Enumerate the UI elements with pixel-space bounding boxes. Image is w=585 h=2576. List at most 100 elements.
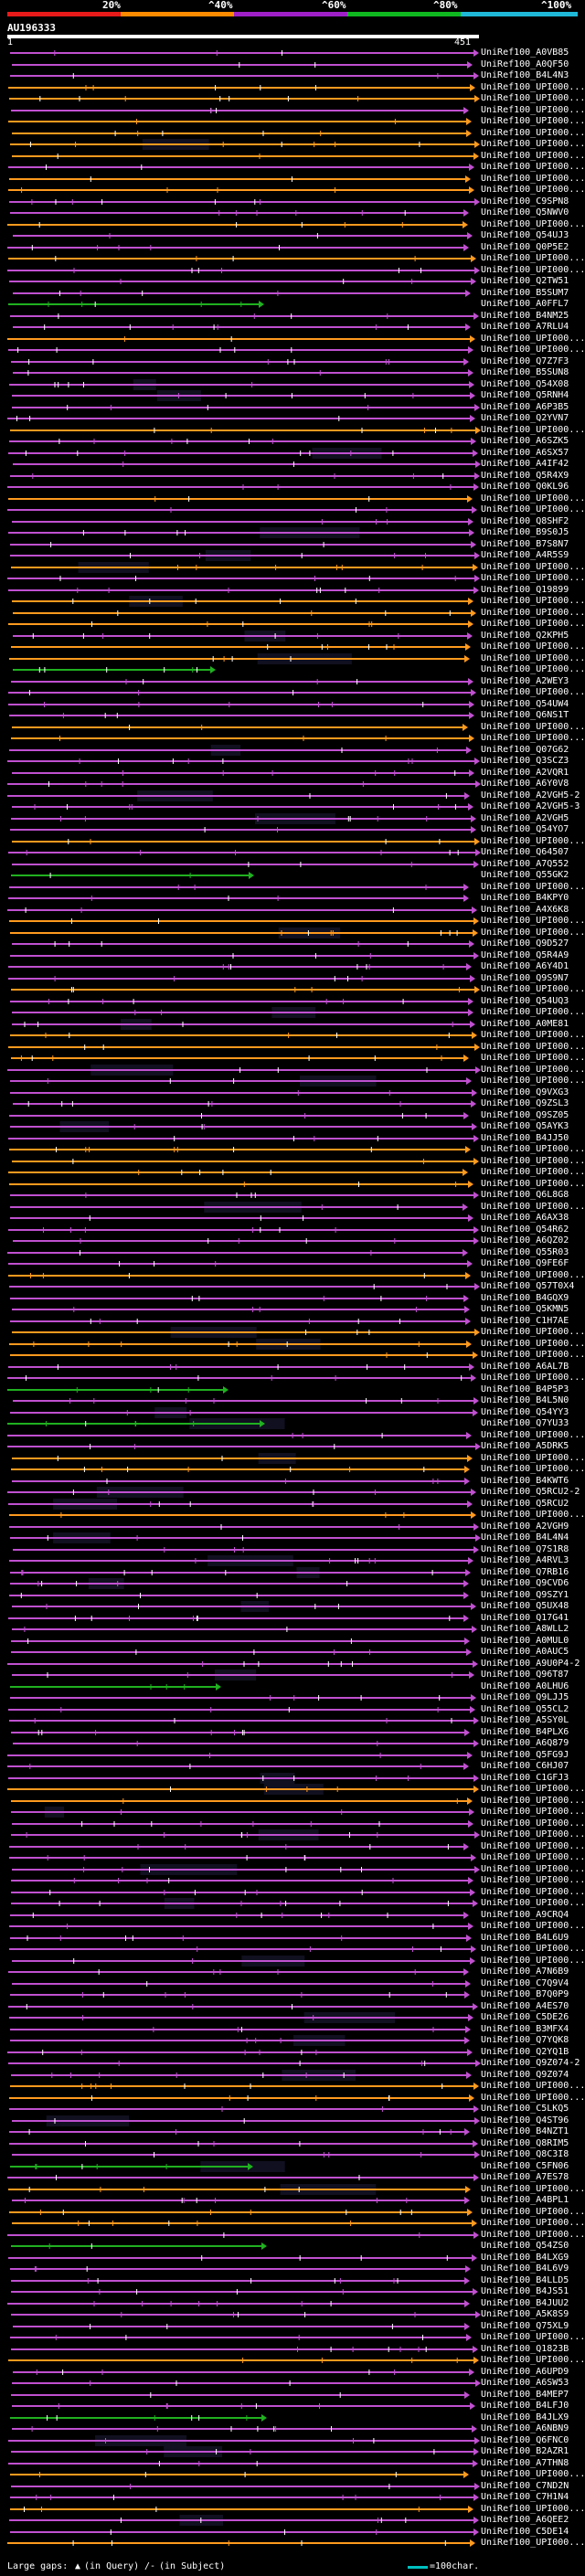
hit-label-link[interactable]: UniRef100_B4LXG9: [481, 2253, 569, 2263]
hit-label-link[interactable]: UniRef100_B5SUN8: [481, 368, 569, 377]
hit-alignment-bar[interactable]: [8, 2062, 475, 2064]
hit-label-link[interactable]: UniRef100_Q7Z7F3: [481, 356, 569, 366]
hit-label-link[interactable]: UniRef100_UPI000...: [481, 722, 585, 732]
hit-label-link[interactable]: UniRef100_A9CRQ4: [481, 1910, 569, 1920]
hit-label-link[interactable]: UniRef100_UPI000...: [481, 1807, 585, 1817]
hit-alignment-bar[interactable]: [11, 1811, 469, 1813]
hit-alignment-bar[interactable]: [13, 1743, 473, 1744]
hit-label-link[interactable]: UniRef100_B4JLX9: [481, 2412, 569, 2422]
hit-label-link[interactable]: UniRef100_UPI000...: [481, 2333, 585, 2342]
hit-alignment-bar[interactable]: [7, 1663, 473, 1665]
hit-alignment-bar[interactable]: [7, 418, 470, 419]
hit-alignment-bar[interactable]: [7, 1491, 471, 1493]
hit-alignment-bar[interactable]: [13, 463, 475, 465]
hit-label-link[interactable]: UniRef100_UPI000...: [481, 2230, 585, 2240]
hit-alignment-bar[interactable]: [9, 98, 474, 100]
hit-label-link[interactable]: UniRef100_B4LFJ0: [481, 2401, 569, 2411]
hit-label-link[interactable]: UniRef100_UPI000...: [481, 1351, 585, 1360]
hit-alignment-bar[interactable]: [7, 1446, 475, 1447]
hit-label-link[interactable]: UniRef100_Q1823B: [481, 2344, 569, 2354]
hit-label-link[interactable]: UniRef100_Q5RNH4: [481, 391, 569, 400]
hit-alignment-bar[interactable]: [8, 121, 466, 122]
hit-alignment-bar[interactable]: [11, 2245, 261, 2247]
hit-alignment-bar[interactable]: [10, 544, 471, 546]
hit-label-link[interactable]: UniRef100_Q96T87: [481, 1670, 569, 1680]
hit-label-link[interactable]: UniRef100_A5SY0L: [481, 1716, 569, 1725]
hit-label-link[interactable]: UniRef100_Q2TW51: [481, 277, 569, 286]
hit-alignment-bar[interactable]: [11, 2074, 466, 2076]
hit-label-link[interactable]: UniRef100_C5LKQ5: [481, 2104, 569, 2114]
hit-label-link[interactable]: UniRef100_UPI000...: [481, 2184, 585, 2194]
hit-alignment-bar[interactable]: [9, 1149, 465, 1150]
hit-label-link[interactable]: UniRef100_UPI000...: [481, 1202, 585, 1212]
hit-alignment-bar[interactable]: [8, 166, 469, 168]
hit-label-link[interactable]: UniRef100_UPI000...: [481, 1945, 585, 1954]
hit-alignment-bar[interactable]: [11, 737, 469, 739]
hit-alignment-bar[interactable]: [13, 635, 467, 637]
hit-label-link[interactable]: UniRef100_UPI000...: [481, 1853, 585, 1862]
hit-label-link[interactable]: UniRef100_B5SUM7: [481, 288, 569, 298]
hit-label-link[interactable]: UniRef100_UPI000...: [481, 151, 585, 161]
hit-label-link[interactable]: UniRef100_Q9Z074-2: [481, 2059, 580, 2068]
hit-label-link[interactable]: UniRef100_UPI000...: [481, 1339, 585, 1349]
hit-label-link[interactable]: UniRef100_B4JJ50: [481, 1133, 569, 1143]
hit-alignment-bar[interactable]: [10, 1298, 463, 1299]
hit-alignment-bar[interactable]: [9, 281, 471, 282]
hit-alignment-bar[interactable]: [10, 1092, 472, 1094]
hit-label-link[interactable]: UniRef100_Q57T0X4: [481, 1282, 574, 1291]
hit-label-link[interactable]: UniRef100_A6AX38: [481, 1214, 569, 1223]
hit-label-link[interactable]: UniRef100_Q54ZS0: [481, 2242, 569, 2251]
hit-label-link[interactable]: UniRef100_A4IF42: [481, 460, 569, 469]
hit-alignment-bar[interactable]: [8, 349, 468, 351]
hit-alignment-bar[interactable]: [9, 1343, 466, 1345]
hit-alignment-bar[interactable]: [10, 2040, 464, 2041]
hit-label-link[interactable]: UniRef100_Q5FG9J: [481, 1750, 569, 1760]
hit-label-link[interactable]: UniRef100_Q6NS1T: [481, 711, 569, 720]
hit-alignment-bar[interactable]: [12, 726, 463, 728]
hit-alignment-bar[interactable]: [9, 1286, 474, 1288]
hit-label-link[interactable]: UniRef100_UPI000...: [481, 1864, 585, 1874]
hit-label-link[interactable]: UniRef100_UPI000...: [481, 653, 585, 663]
hit-label-link[interactable]: UniRef100_Q6L8G8: [481, 1191, 569, 1200]
hit-alignment-bar[interactable]: [9, 2519, 473, 2521]
hit-label-link[interactable]: UniRef100_A2VGH5-3: [481, 802, 580, 811]
hit-alignment-bar[interactable]: [8, 1709, 470, 1711]
hit-alignment-bar[interactable]: [8, 704, 469, 705]
hit-label-link[interactable]: UniRef100_A7ES78: [481, 2173, 569, 2182]
hit-alignment-bar[interactable]: [9, 920, 473, 922]
hit-alignment-bar[interactable]: [12, 1012, 468, 1013]
hit-label-link[interactable]: UniRef100_Q5R4A9: [481, 950, 569, 960]
hit-alignment-bar[interactable]: [8, 303, 259, 305]
hit-alignment-bar[interactable]: [10, 1686, 216, 1688]
hit-label-link[interactable]: UniRef100_UPI000...: [481, 2504, 585, 2514]
hit-label-link[interactable]: UniRef100_UPI000...: [481, 174, 585, 184]
hit-alignment-bar[interactable]: [7, 1069, 475, 1071]
hit-alignment-bar[interactable]: [12, 2154, 474, 2156]
hit-label-link[interactable]: UniRef100_A2VQR1: [481, 768, 569, 778]
hit-label-link[interactable]: UniRef100_UPI000...: [481, 1430, 585, 1440]
hit-alignment-bar[interactable]: [8, 1275, 465, 1277]
hit-label-link[interactable]: UniRef100_Q7S1R8: [481, 1544, 569, 1554]
hit-label-link[interactable]: UniRef100_A4R5S9: [481, 551, 569, 560]
hit-label-link[interactable]: UniRef100_C1GFJ3: [481, 1773, 569, 1783]
hit-alignment-bar[interactable]: [12, 2405, 470, 2407]
hit-alignment-bar[interactable]: [10, 1412, 473, 1414]
hit-alignment-bar[interactable]: [7, 1765, 463, 1767]
hit-alignment-bar[interactable]: [11, 1732, 464, 1733]
hit-label-link[interactable]: UniRef100_Q5NWV0: [481, 208, 569, 217]
hit-label-link[interactable]: UniRef100_A6SX57: [481, 448, 569, 458]
hit-label-link[interactable]: UniRef100_UPI000...: [481, 94, 585, 103]
hit-label-link[interactable]: UniRef100_Q54YY3: [481, 1407, 569, 1417]
hit-alignment-bar[interactable]: [12, 1869, 474, 1871]
hit-alignment-bar[interactable]: [8, 897, 463, 899]
hit-label-link[interactable]: UniRef100_A4X6K8: [481, 905, 569, 915]
hit-alignment-bar[interactable]: [9, 178, 465, 180]
hit-alignment-bar[interactable]: [9, 2108, 473, 2110]
hit-alignment-bar[interactable]: [9, 440, 471, 442]
hit-label-link[interactable]: UniRef100_A9U0P4-2: [481, 1659, 580, 1669]
hit-label-link[interactable]: UniRef100_B4PLX6: [481, 1727, 569, 1737]
hit-label-link[interactable]: UniRef100_UPI000...: [481, 505, 585, 514]
hit-alignment-bar[interactable]: [7, 909, 472, 911]
hit-alignment-bar[interactable]: [11, 1468, 464, 1470]
hit-alignment-bar[interactable]: [9, 2143, 473, 2145]
